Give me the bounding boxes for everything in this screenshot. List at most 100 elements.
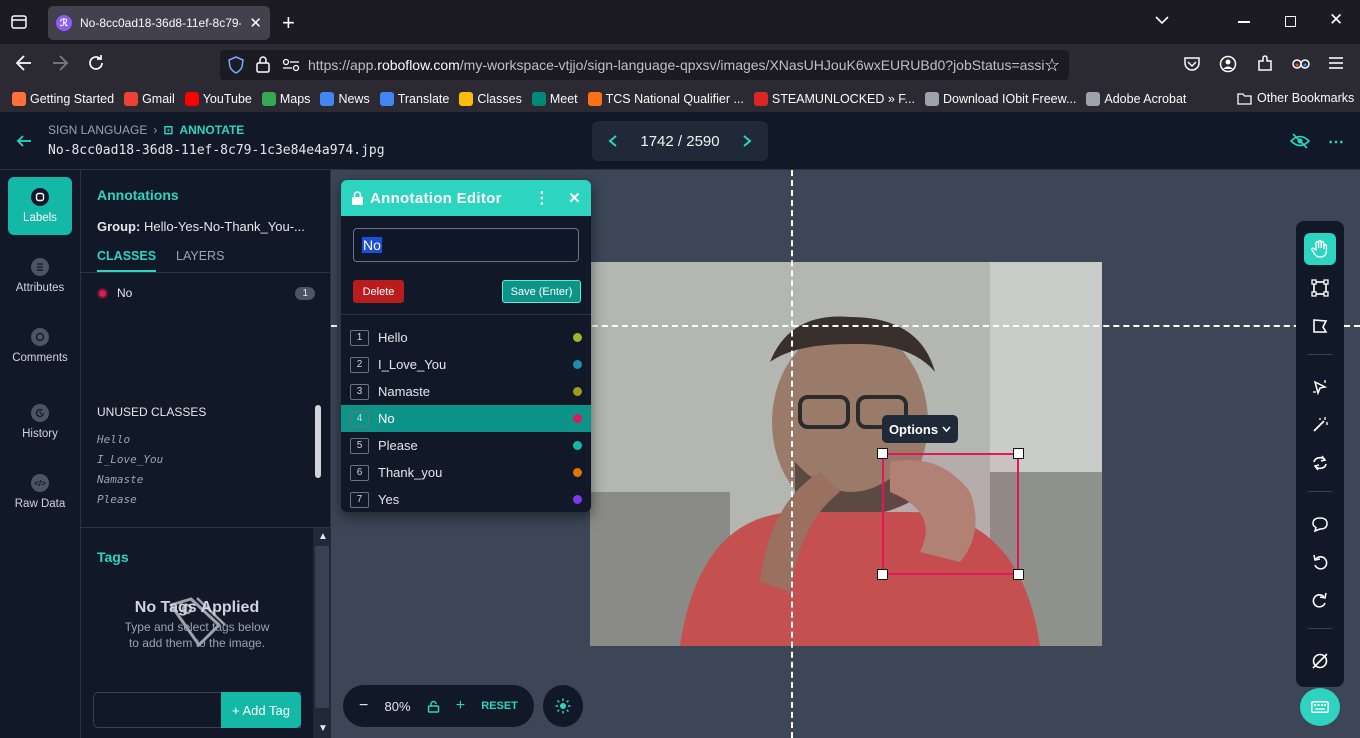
breadcrumb-project[interactable]: SIGN LANGUAGE	[48, 123, 147, 137]
tab-overflow-chevron-icon[interactable]	[1154, 14, 1170, 26]
rail-labels[interactable]: Labels	[8, 177, 72, 235]
bounding-box[interactable]	[882, 453, 1019, 575]
brightness-button[interactable]	[543, 685, 583, 727]
unused-class[interactable]: Hello	[97, 430, 163, 450]
rail-raw-data[interactable]: </> Raw Data	[8, 463, 72, 521]
editor-class-option[interactable]: 1 Hello	[341, 324, 591, 351]
panel-scroll-thumb[interactable]	[315, 546, 329, 708]
browser-tab[interactable]: ℛ No-8cc0ad18-36d8-11ef-8c79-1c ✕	[48, 6, 270, 40]
account-icon[interactable]	[1219, 55, 1237, 73]
resize-handle-br[interactable]	[1013, 569, 1024, 580]
url-field[interactable]: https://app. roboflow.com/my-workspace-vt…	[220, 50, 1069, 80]
minimize-icon[interactable]	[1238, 21, 1250, 23]
editor-class-option[interactable]: 6 Thank_you	[341, 459, 591, 486]
unused-class[interactable]: Namaste	[97, 470, 163, 490]
zoom-in-icon[interactable]: +	[456, 697, 465, 715]
editor-class-option[interactable]: 4 No	[341, 405, 591, 432]
reload-icon[interactable]	[87, 54, 105, 72]
bookmark-favicon-icon	[184, 92, 199, 106]
annotations-panel: Annotations Group: Hello-Yes-No-Thank_Yo…	[81, 170, 331, 738]
other-bookmarks[interactable]: Other Bookmarks	[1237, 91, 1354, 105]
keyboard-shortcuts-button[interactable]	[1300, 688, 1340, 726]
next-image-icon[interactable]	[742, 134, 752, 148]
options-button[interactable]: Options	[882, 415, 958, 443]
tracking-shield-icon[interactable]	[228, 56, 244, 74]
resize-handle-bl[interactable]	[877, 569, 888, 580]
bookmark-item[interactable]: News	[320, 92, 370, 106]
bookmark-item[interactable]: Maps	[261, 92, 310, 106]
bookmark-item[interactable]: Download IObit Freew...	[924, 92, 1076, 106]
bookmark-item[interactable]: Classes	[459, 92, 522, 106]
new-tab-icon[interactable]: +	[282, 10, 295, 36]
repeat-previous-icon[interactable]	[1304, 447, 1336, 479]
more-options-icon[interactable]: ⋯	[1328, 132, 1344, 152]
editor-class-option[interactable]: 3 Namaste	[341, 378, 591, 405]
editor-close-icon[interactable]: ✕	[568, 189, 581, 207]
smart-select-icon[interactable]	[1304, 371, 1336, 403]
class-name-input[interactable]: No	[353, 228, 579, 262]
forward-icon[interactable]	[50, 53, 70, 73]
polygon-tool-icon[interactable]	[1304, 310, 1336, 342]
scroll-down-icon[interactable]: ▼	[318, 723, 328, 734]
bookmark-item[interactable]: Getting Started	[12, 92, 114, 106]
reset-button[interactable]: RESET	[481, 700, 518, 712]
bookmark-item[interactable]: YouTube	[184, 92, 252, 106]
comment-tool-icon[interactable]	[1304, 508, 1336, 540]
tab-close-icon[interactable]: ✕	[249, 14, 262, 32]
panel-scrollbar[interactable]: ▲ ▼	[313, 528, 331, 738]
app-menu-icon[interactable]	[1328, 56, 1344, 70]
extension-badge-icon[interactable]	[1291, 55, 1311, 73]
tab-classes[interactable]: CLASSES	[97, 249, 157, 272]
bookmark-item[interactable]: Gmail	[124, 92, 175, 106]
class-color-dot	[573, 495, 582, 504]
annotation-editor-header[interactable]: Annotation Editor ⋮ ✕	[341, 180, 591, 216]
redo-icon[interactable]	[1304, 584, 1336, 616]
zoom-out-icon[interactable]: −	[359, 697, 368, 715]
tab-layers[interactable]: LAYERS	[176, 249, 224, 263]
back-arrow-icon[interactable]	[16, 134, 32, 148]
unused-class[interactable]: I_Love_You	[97, 450, 163, 470]
bookmark-label: Classes	[477, 92, 522, 106]
tab-list-icon[interactable]	[10, 13, 28, 31]
zoom-lock-icon[interactable]	[427, 700, 440, 713]
magic-wand-icon[interactable]	[1304, 409, 1336, 441]
bookmark-item[interactable]: Translate	[379, 92, 449, 106]
lock-icon[interactable]	[256, 56, 270, 73]
classes-scrollbar-thumb[interactable]	[315, 405, 321, 478]
delete-button[interactable]: Delete	[353, 280, 404, 303]
bookmark-item[interactable]: STEAMUNLOCKED » F...	[753, 92, 915, 106]
image-being-annotated[interactable]	[590, 262, 1102, 646]
prev-image-icon[interactable]	[608, 134, 618, 148]
add-tag-button[interactable]: + Add Tag	[221, 692, 301, 728]
back-icon[interactable]	[14, 53, 34, 73]
rail-attributes[interactable]: Attributes	[8, 247, 72, 305]
bookmark-item[interactable]: TCS National Qualifier ...	[587, 92, 744, 106]
restore-icon[interactable]	[1285, 16, 1296, 27]
null-annotation-icon[interactable]	[1304, 645, 1336, 677]
scroll-up-icon[interactable]: ▲	[318, 531, 328, 542]
pocket-icon[interactable]	[1183, 56, 1201, 72]
hide-annotations-icon[interactable]	[1290, 133, 1310, 149]
editor-class-option[interactable]: 5 Please	[341, 432, 591, 459]
bookmark-star-icon[interactable]: ☆	[1044, 55, 1060, 76]
unused-class[interactable]: Please	[97, 490, 163, 510]
rail-history[interactable]: History	[8, 393, 72, 451]
bookmark-item[interactable]: Adobe Acrobat	[1086, 92, 1186, 106]
editor-class-option[interactable]: 2 I_Love_You	[341, 351, 591, 378]
resize-handle-tr[interactable]	[1013, 448, 1024, 459]
bookmark-item[interactable]: Meet	[531, 92, 578, 106]
bounding-box-tool-icon[interactable]	[1304, 272, 1336, 304]
save-button[interactable]: Save (Enter)	[502, 280, 581, 303]
permissions-icon[interactable]	[282, 58, 300, 72]
undo-icon[interactable]	[1304, 546, 1336, 578]
editor-menu-icon[interactable]: ⋮	[534, 188, 550, 208]
bookmark-label: TCS National Qualifier ...	[605, 92, 744, 106]
window-close-icon[interactable]: ✕	[1329, 10, 1343, 30]
tool-divider	[1308, 354, 1332, 355]
extensions-icon[interactable]	[1256, 55, 1274, 73]
rail-comments[interactable]: Comments	[8, 317, 72, 375]
pan-hand-icon[interactable]	[1304, 233, 1336, 265]
editor-class-option[interactable]: 7 Yes	[341, 486, 591, 512]
class-row[interactable]: No 1	[97, 286, 315, 300]
resize-handle-tl[interactable]	[877, 448, 888, 459]
